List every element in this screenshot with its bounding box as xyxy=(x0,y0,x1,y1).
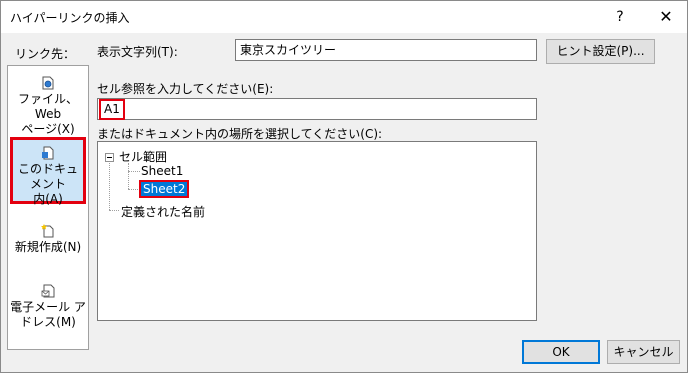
tree-node-sheet1[interactable]: Sheet1 xyxy=(141,164,183,178)
sidebar-item-label: このドキュメント xyxy=(17,162,78,191)
tree-node-cell-range[interactable]: セル範囲 xyxy=(119,148,167,165)
tree-line xyxy=(109,163,110,210)
link-to-sidebar: ファイル、Web ページ(X) このドキュメント 内(A) 新規作成(N) 電子… xyxy=(7,65,89,350)
new-document-icon xyxy=(41,224,54,238)
tree-line xyxy=(109,210,119,211)
display-text-label: 表示文字列(T): xyxy=(97,45,178,59)
document-icon xyxy=(42,146,54,160)
screen-tip-button[interactable]: ヒント設定(P)... xyxy=(546,39,655,64)
dialog-title: ハイパーリンクの挿入 xyxy=(10,11,130,25)
sidebar-item-label: ページ(X) xyxy=(21,122,75,136)
hyperlink-dialog: ハイパーリンクの挿入 ? ✕ リンク先： ファイル、Web ページ(X) このド… xyxy=(0,0,688,373)
tree-line xyxy=(128,163,129,189)
ok-button[interactable]: OK xyxy=(522,340,600,364)
sidebar-item-file-web[interactable]: ファイル、Web ページ(X) xyxy=(8,76,88,137)
email-icon xyxy=(41,284,55,298)
cell-reference-label: セル参照を入力してください(E): xyxy=(97,82,274,96)
collapse-icon[interactable] xyxy=(105,153,114,162)
cell-reference-input[interactable]: A1 xyxy=(97,98,537,120)
sidebar-item-this-document[interactable]: このドキュメント 内(A) xyxy=(10,137,86,206)
close-button[interactable]: ✕ xyxy=(651,5,681,29)
sidebar-item-label: 新規作成(N) xyxy=(14,240,82,254)
document-location-tree[interactable]: セル範囲 Sheet1 Sheet2 定義された名前 xyxy=(97,141,537,321)
sidebar-item-label: ドレス(M) xyxy=(20,315,76,329)
sidebar-item-email[interactable]: 電子メール ア ドレス(M) xyxy=(8,284,88,330)
help-button[interactable]: ? xyxy=(605,5,635,29)
tree-line xyxy=(128,171,140,172)
sidebar-item-label: 電子メール ア xyxy=(10,300,86,314)
tree-node-sheet2[interactable]: Sheet2 xyxy=(138,180,190,198)
cell-reference-value: A1 xyxy=(99,99,125,120)
link-to-label: リンク先： xyxy=(15,47,76,61)
title-bar: ハイパーリンクの挿入 ? ✕ xyxy=(1,1,687,33)
location-label: またはドキュメント内の場所を選択してください(C): xyxy=(97,127,383,141)
tree-node-defined-names[interactable]: 定義された名前 xyxy=(121,203,205,220)
sidebar-item-new-document[interactable]: 新規作成(N) xyxy=(8,224,88,255)
cancel-button[interactable]: キャンセル xyxy=(607,340,680,364)
tree-line xyxy=(128,189,138,190)
sidebar-item-label: ファイル、Web xyxy=(17,92,78,121)
display-text-input[interactable]: 東京スカイツリー xyxy=(235,39,537,61)
sidebar-item-label: 内(A) xyxy=(33,192,63,206)
web-page-icon xyxy=(42,76,54,90)
